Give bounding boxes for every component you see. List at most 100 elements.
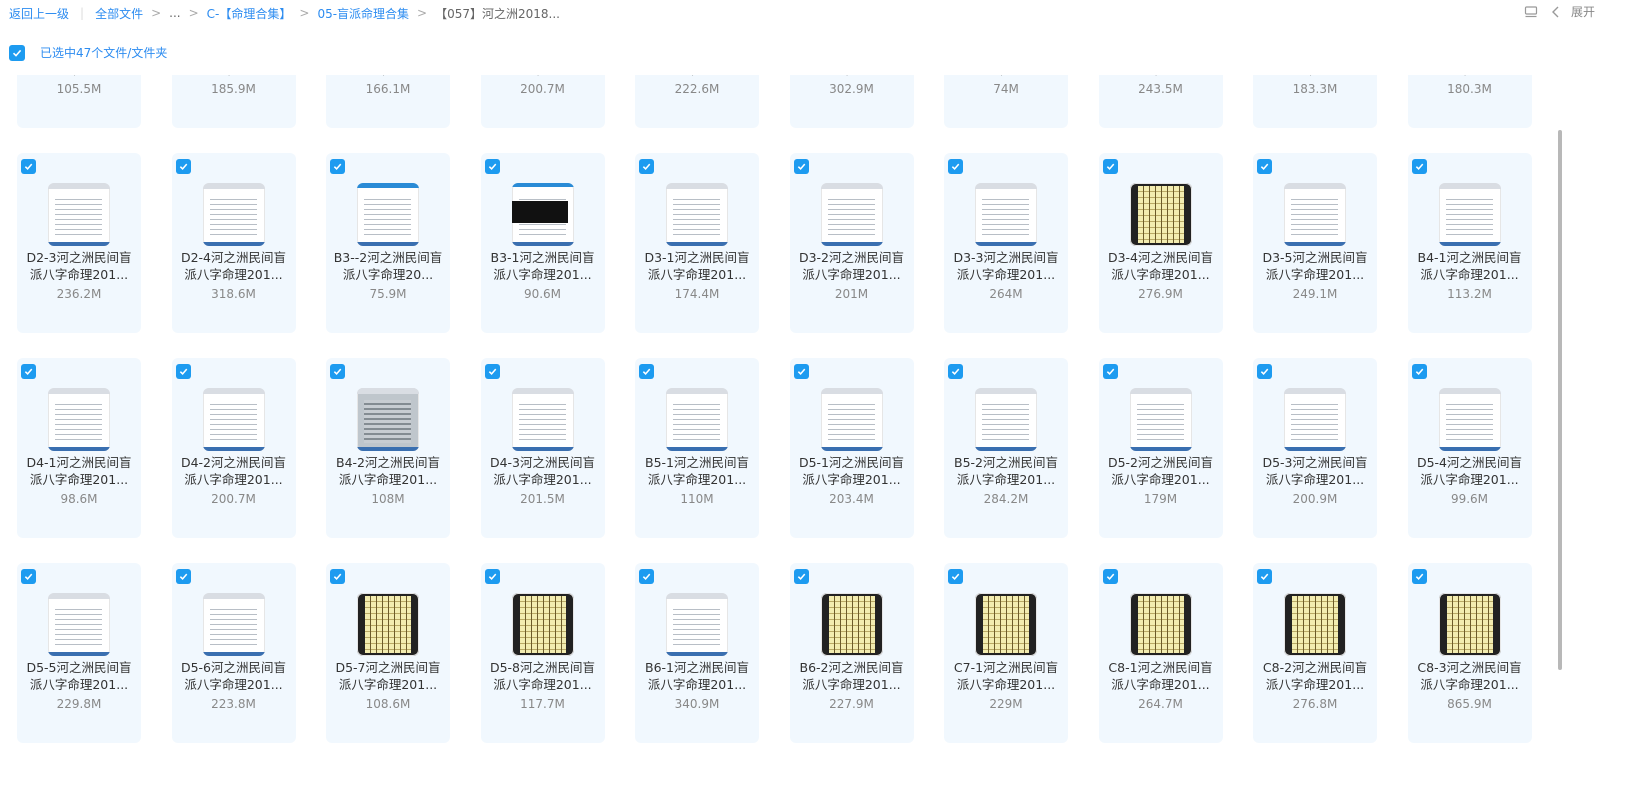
video-thumbnail[interactable] (357, 183, 419, 246)
scrollbar-thumb[interactable] (1558, 130, 1562, 670)
file-name[interactable]: D5-7河之洲民间盲派八字命理201... (330, 659, 446, 693)
file-card[interactable]: C8-3河之洲民间盲派八字命理201... 865.9M (1407, 563, 1532, 743)
file-card[interactable]: D5-4河之洲民间盲派八字命理201... 99.6M (1407, 358, 1532, 538)
file-card[interactable]: D3-1河之洲民间盲派八字命理201... 174.4M (635, 153, 759, 333)
file-checkbox[interactable] (793, 569, 809, 584)
file-checkbox[interactable] (21, 364, 36, 379)
file-name[interactable]: D2-4河之洲民间盲派八字命理201... (176, 249, 292, 283)
file-card[interactable]: D5-2河之洲民间盲派八字命理201... 179M (1098, 358, 1223, 538)
file-name[interactable]: B3-1河之洲民间盲派八字命理201... (485, 249, 601, 283)
file-name[interactable]: A1-1河之洲民间盲派八字命理201... (21, 75, 137, 78)
file-checkbox[interactable] (21, 569, 36, 584)
video-thumbnail[interactable] (666, 593, 728, 656)
file-card[interactable]: D3-2河之洲民间盲派八字命理201... 201M (789, 153, 914, 333)
list-view-icon[interactable] (1523, 4, 1539, 20)
video-thumbnail[interactable] (511, 388, 574, 451)
video-thumbnail[interactable] (1438, 183, 1501, 246)
file-card[interactable]: C8-1河之洲民间盲派八字命理201... 264.7M (1098, 563, 1223, 743)
file-name[interactable]: D5-4河之洲民间盲派八字命理201... (1412, 454, 1528, 488)
file-card[interactable]: A1-1河之洲民间盲派八字命理201... 105.5M (17, 75, 141, 128)
file-card[interactable]: B1-1河之洲民间盲派八字命理201... 185.9M (171, 75, 296, 128)
file-name[interactable]: D4-2河之洲民间盲派八字命理201... (176, 454, 292, 488)
breadcrumb-all-files[interactable]: 全部文件 (95, 5, 143, 22)
file-card[interactable]: B1-2河之洲民间盲派八字命理201... 222.6M (635, 75, 759, 128)
video-thumbnail[interactable] (1129, 183, 1192, 246)
file-card[interactable]: D2-3河之洲民间盲派八字命理201... 236.2M (17, 153, 141, 333)
file-checkbox[interactable] (948, 569, 963, 584)
file-name[interactable]: D4-1河之洲民间盲派八字命理201... (21, 454, 137, 488)
video-thumbnail[interactable] (1284, 593, 1346, 656)
file-card[interactable]: D5-6河之洲民间盲派八字命理201... 223.8M (171, 563, 296, 743)
scrollbar[interactable] (1556, 78, 1564, 794)
file-checkbox[interactable] (948, 159, 963, 174)
video-thumbnail[interactable] (975, 593, 1037, 656)
file-name[interactable]: B6-2河之洲民间盲派八字命理201... (794, 659, 910, 693)
file-card[interactable]: D4-1河之洲民间盲派八字命理201... 98.6M (17, 358, 141, 538)
file-card[interactable]: B4-2河之洲民间盲派八字命理201... 108M (326, 358, 450, 538)
file-name[interactable]: C8-3河之洲民间盲派八字命理201... (1412, 659, 1528, 693)
file-name[interactable]: D3-5河之洲民间盲派八字命理201... (1257, 249, 1373, 283)
video-thumbnail[interactable] (666, 388, 728, 451)
file-name[interactable]: C8-1河之洲民间盲派八字命理201... (1103, 659, 1219, 693)
video-thumbnail[interactable] (820, 183, 883, 246)
file-card[interactable]: B6-1河之洲民间盲派八字命理201... 340.9M (635, 563, 759, 743)
file-name[interactable]: B4-2河之洲民间盲派八字命理201... (330, 454, 446, 488)
file-checkbox[interactable] (639, 364, 654, 379)
file-card[interactable]: D5-3河之洲民间盲派八字命理201... 200.9M (1253, 358, 1377, 538)
file-name[interactable]: D3-1河之洲民间盲派八字命理201... (639, 249, 755, 283)
file-name[interactable]: D2-2河之洲民间盲派八字命理201... (1103, 75, 1219, 78)
video-thumbnail[interactable] (357, 593, 419, 656)
file-checkbox[interactable] (639, 159, 654, 174)
breadcrumb-ellipsis[interactable]: ... (169, 6, 180, 20)
file-checkbox[interactable] (175, 159, 191, 174)
file-checkbox[interactable] (1257, 159, 1272, 174)
video-thumbnail[interactable] (1129, 388, 1192, 451)
file-card[interactable]: D3-5河之洲民间盲派八字命理201... 249.1M (1253, 153, 1377, 333)
file-card[interactable]: D2-1河之洲民间盲派八字命理201... 302.9M (789, 75, 914, 128)
video-thumbnail[interactable] (48, 388, 110, 451)
file-checkbox[interactable] (1257, 364, 1272, 379)
file-card[interactable]: B3-1河之洲民间盲派八字命理201... 90.6M (480, 153, 605, 333)
file-card[interactable]: D2-2河之洲民间盲派八字命理201... 243.5M (1098, 75, 1223, 128)
file-checkbox[interactable] (1411, 159, 1427, 174)
file-card[interactable]: D5-7河之洲民间盲派八字命理201... 108.6M (326, 563, 450, 743)
file-name[interactable]: D1-2河之洲民间盲派八字命理201... (485, 75, 601, 78)
file-name[interactable]: B1-1河之洲民间盲派八字命理201... (176, 75, 292, 78)
file-card[interactable]: C8-2河之洲民间盲派八字命理201... 276.8M (1253, 563, 1377, 743)
file-name[interactable]: D1-1河之洲民间盲派八字命理201... (330, 75, 446, 78)
video-thumbnail[interactable] (202, 183, 265, 246)
video-thumbnail[interactable] (48, 593, 110, 656)
video-thumbnail[interactable] (1438, 593, 1501, 656)
file-checkbox[interactable] (1411, 569, 1427, 584)
file-card[interactable]: B6-2河之洲民间盲派八字命理201... 227.9M (789, 563, 914, 743)
file-checkbox[interactable] (21, 159, 36, 174)
file-checkbox[interactable] (639, 569, 654, 584)
video-thumbnail[interactable] (202, 388, 265, 451)
file-checkbox[interactable] (484, 364, 500, 379)
file-card[interactable]: D1-2河之洲民间盲派八字命理201... 200.7M (480, 75, 605, 128)
file-card[interactable]: D2-4河之洲民间盲派八字命理201... 318.6M (171, 153, 296, 333)
file-name[interactable]: B2-2河之洲民间盲派八字命理201... (1257, 75, 1373, 78)
video-thumbnail[interactable] (820, 388, 883, 451)
file-checkbox[interactable] (1102, 159, 1118, 174)
file-name[interactable]: D3-4河之洲民间盲派八字命理201... (1103, 249, 1219, 283)
file-name[interactable]: D2-3河之洲民间盲派八字命理201... (21, 249, 137, 283)
video-thumbnail[interactable] (48, 183, 110, 246)
file-checkbox[interactable] (484, 569, 500, 584)
file-checkbox[interactable] (330, 159, 345, 174)
file-checkbox[interactable] (1257, 569, 1272, 584)
file-card[interactable]: B2-1河之洲民间盲派八字命理201... 74M (944, 75, 1068, 128)
file-card[interactable]: B2-3河之洲民间盲派八字命理201... 180.3M (1407, 75, 1532, 128)
file-name[interactable]: B6-1河之洲民间盲派八字命理201... (639, 659, 755, 693)
file-name[interactable]: D5-3河之洲民间盲派八字命理201... (1257, 454, 1373, 488)
file-card[interactable]: B2-2河之洲民间盲派八字命理201... 183.3M (1253, 75, 1377, 128)
file-name[interactable]: D5-8河之洲民间盲派八字命理201... (485, 659, 601, 693)
expand-button[interactable]: 展开 (1549, 3, 1595, 20)
file-card[interactable]: D5-5河之洲民间盲派八字命理201... 229.8M (17, 563, 141, 743)
file-name[interactable]: D3-3河之洲民间盲派八字命理201... (948, 249, 1064, 283)
file-name[interactable]: B5-1河之洲民间盲派八字命理201... (639, 454, 755, 488)
video-thumbnail[interactable] (357, 388, 419, 451)
file-checkbox[interactable] (793, 364, 809, 379)
file-card[interactable]: D3-3河之洲民间盲派八字命理201... 264M (944, 153, 1068, 333)
breadcrumb-level2[interactable]: 05-盲派命理合集 (317, 5, 409, 22)
